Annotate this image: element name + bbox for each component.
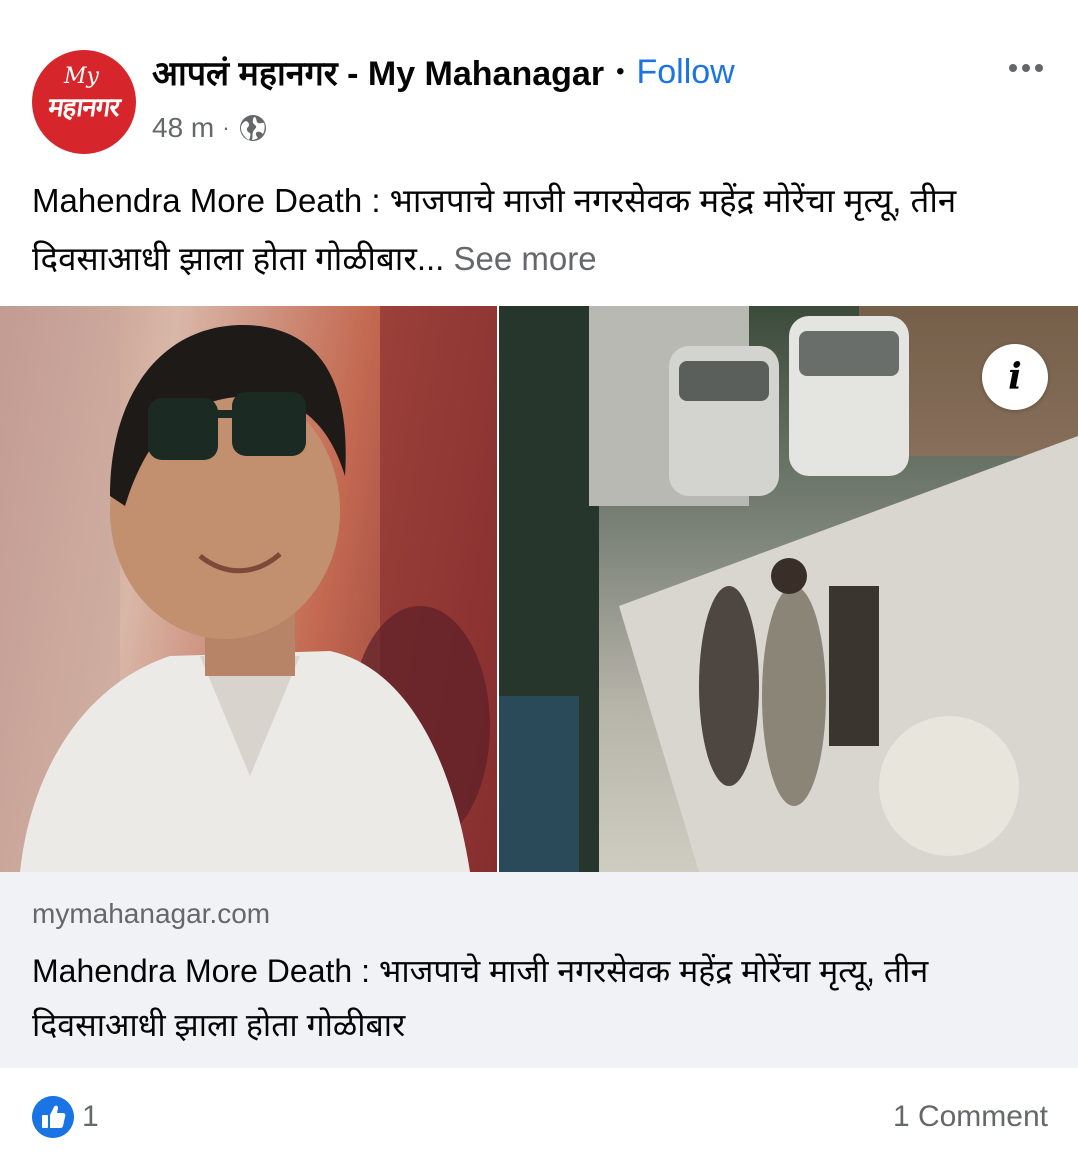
globe-icon <box>239 115 266 141</box>
see-more-link[interactable]: See more <box>454 240 597 277</box>
follow-button[interactable]: Follow <box>636 53 734 92</box>
portrait-photo <box>0 306 497 872</box>
post-media[interactable]: i <box>0 306 1078 872</box>
link-title[interactable]: Mahendra More Death : भाजपाचे माजी नगरसे… <box>32 944 1042 1052</box>
like-reaction-icon[interactable] <box>32 1096 74 1138</box>
page-avatar[interactable]: My महानगर <box>32 50 136 154</box>
more-options-icon[interactable] <box>1002 56 1050 80</box>
page-name-link[interactable]: आपलं महानगर - My Mahanagar <box>152 49 604 95</box>
comment-count-link[interactable]: 1 Comment <box>893 1100 1048 1134</box>
link-preview[interactable]: mymahanagar.com Mahendra More Death : भा… <box>0 872 1078 1068</box>
info-icon[interactable]: i <box>982 344 1048 410</box>
like-count[interactable]: 1 <box>82 1100 99 1134</box>
portrait-illustration <box>0 306 497 872</box>
avatar-logo-main: महानगर <box>46 93 122 123</box>
header-separator: • <box>616 58 625 85</box>
post-meta: 48 m · <box>152 108 268 148</box>
avatar-logo-small: My <box>64 64 99 89</box>
link-domain: mymahanagar.com <box>32 898 271 929</box>
feed-post: My महानगर आपलं महानगर - My Mahanagar • F… <box>0 0 1078 1168</box>
meta-separator: · <box>222 115 230 140</box>
post-header: आपलं महानगर - My Mahanagar • Follow <box>152 48 735 96</box>
post-timestamp[interactable]: 48 m <box>152 112 214 144</box>
post-caption: Mahendra More Death : भाजपाचे माजी नगरसे… <box>32 172 1042 288</box>
